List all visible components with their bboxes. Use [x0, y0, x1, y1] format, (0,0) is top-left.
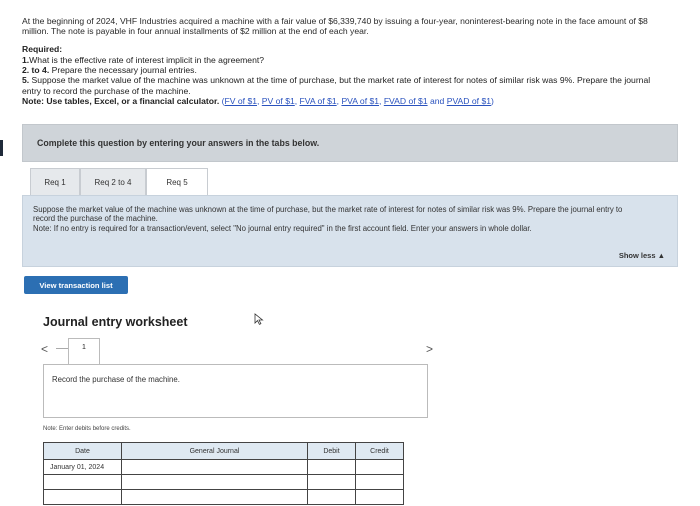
link-pv[interactable]: PV of $1	[262, 96, 295, 106]
link-fva[interactable]: FVA of $1	[300, 96, 337, 106]
column-date: Date	[43, 442, 122, 460]
date-cell[interactable]: January 01, 2024	[43, 459, 122, 475]
debit-cell[interactable]	[307, 459, 356, 475]
credit-cell[interactable]	[355, 459, 404, 475]
requirement-5: 5. Suppose the market value of the machi…	[22, 75, 662, 95]
date-cell[interactable]	[43, 474, 122, 490]
column-general-journal: General Journal	[121, 442, 308, 460]
links-close: )	[491, 95, 494, 106]
view-transaction-list-button[interactable]: View transaction list	[24, 276, 128, 294]
show-less-toggle[interactable]: Show less ▲	[619, 251, 665, 260]
account-cell[interactable]	[121, 489, 308, 505]
problem-intro: At the beginning of 2024, VHF Industries…	[22, 16, 648, 37]
tab-panel-req-5: Suppose the market value of the machine …	[22, 195, 678, 267]
debit-cell[interactable]	[307, 489, 356, 505]
tables-note: Note: Use tables, Excel, or a financial …	[22, 96, 662, 106]
edge-marker	[0, 140, 3, 156]
tab-req-5[interactable]: Req 5	[146, 168, 208, 196]
journal-table: Date General Journal Debit Credit Januar…	[43, 442, 404, 505]
table-row	[43, 474, 404, 490]
account-cell[interactable]	[121, 474, 308, 490]
debits-note: Note: Enter debits before credits.	[43, 426, 131, 432]
entry-instruction: Record the purchase of the machine.	[52, 375, 180, 384]
journal-header-row: Date General Journal Debit Credit	[43, 442, 404, 460]
credit-cell[interactable]	[355, 474, 404, 490]
table-row	[43, 489, 404, 505]
date-cell[interactable]	[43, 489, 122, 505]
req2-text: Prepare the necessary journal entries.	[49, 65, 197, 76]
requirements-list: 1.What is the effective rate of interest…	[22, 55, 662, 106]
panel-note: Note: If no entry is required for a tran…	[33, 223, 532, 233]
link-pva[interactable]: PVA of $1	[341, 96, 379, 106]
prev-entry-arrow-icon[interactable]: <	[41, 342, 48, 356]
tables-note-label: Note: Use tables, Excel, or a financial …	[22, 95, 220, 106]
requirement-2-4: 2. to 4. Prepare the necessary journal e…	[22, 65, 662, 75]
link-fvad[interactable]: FVAD of $1	[384, 96, 428, 106]
debit-cell[interactable]	[307, 474, 356, 490]
links-and: and	[427, 95, 447, 106]
banner-text: Complete this question by entering your …	[37, 138, 320, 148]
next-entry-arrow-icon[interactable]: >	[426, 342, 433, 356]
column-debit: Debit	[307, 442, 356, 460]
required-heading: Required:	[22, 44, 63, 54]
req2-number: 2. to 4.	[22, 65, 50, 76]
table-row: January 01, 2024	[43, 459, 404, 475]
mouse-cursor-icon	[254, 313, 264, 325]
req5-text: Suppose the market value of the machine …	[22, 75, 651, 96]
table-links: (FV of $1, PV of $1, FVA of $1, PVA of $…	[222, 96, 494, 106]
worksheet-title: Journal entry worksheet	[43, 315, 188, 329]
tab-req-1[interactable]: Req 1	[30, 168, 80, 196]
pager-divider	[56, 348, 68, 349]
link-pvad[interactable]: PVAD of $1	[447, 96, 491, 106]
panel-instructions: Suppose the market value of the machine …	[33, 205, 633, 233]
credit-cell[interactable]	[355, 489, 404, 505]
column-credit: Credit	[355, 442, 404, 460]
account-cell[interactable]	[121, 459, 308, 475]
link-fv[interactable]: FV of $1	[225, 96, 257, 106]
req1-text: What is the effective rate of interest i…	[29, 55, 265, 65]
tab-req-2-to-4[interactable]: Req 2 to 4	[80, 168, 146, 196]
entry-page-tab[interactable]: 1	[68, 338, 100, 364]
requirement-1: 1.What is the effective rate of interest…	[22, 55, 662, 65]
instructions-banner: Complete this question by entering your …	[22, 124, 678, 162]
panel-question: Suppose the market value of the machine …	[33, 205, 623, 224]
entry-frame	[43, 364, 428, 418]
